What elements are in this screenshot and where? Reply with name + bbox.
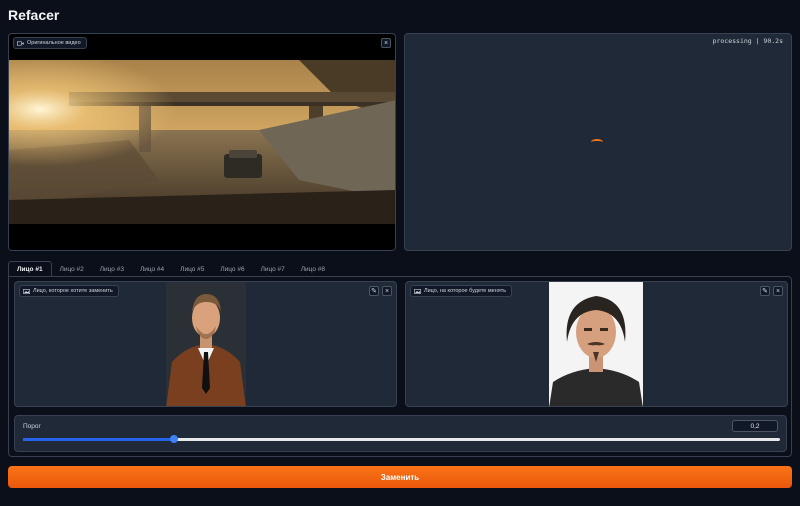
target-face-photo: [549, 282, 643, 406]
tab-face-5[interactable]: Лицо #5: [172, 261, 212, 277]
close-icon: ×: [775, 287, 781, 295]
tab-face-2[interactable]: Лицо #2: [52, 261, 92, 277]
replace-button[interactable]: Заменить: [8, 466, 792, 488]
tab-face-6[interactable]: Лицо #6: [212, 261, 252, 277]
original-video-label: Оригинальное видео: [27, 40, 81, 46]
target-face-label-chip: Лицо, на которое будете менять: [410, 285, 513, 297]
tab-face-4[interactable]: Лицо #4: [132, 261, 172, 277]
video-frame: [9, 60, 395, 224]
tab-face-3[interactable]: Лицо #3: [92, 261, 132, 277]
threshold-label: Порог: [23, 423, 41, 430]
threshold-panel: Порог 0,2: [14, 415, 787, 452]
video-letterbox: [9, 224, 395, 250]
app-title: Refacer: [8, 7, 60, 23]
source-face-photo: [166, 282, 246, 406]
target-face-label: Лицо, на которое будете менять: [424, 288, 507, 294]
clear-video-button[interactable]: ×: [381, 38, 391, 48]
edit-source-button[interactable]: ✎: [369, 286, 379, 296]
edit-target-button[interactable]: ✎: [760, 286, 770, 296]
target-face-panel[interactable]: Лицо, на которое будете менять ✎ ×: [405, 281, 788, 407]
pencil-icon: ✎: [371, 287, 377, 295]
original-video-label-chip: Оригинальное видео: [13, 37, 87, 49]
pencil-icon: ✎: [762, 287, 768, 295]
loading-spinner-icon: [591, 139, 603, 145]
target-face-image: [549, 282, 643, 406]
close-icon: ×: [384, 287, 390, 295]
tab-face-8[interactable]: Лицо #8: [293, 261, 333, 277]
output-video-panel: processing | 90.2s: [404, 33, 792, 251]
face-tab-content: Лицо, которое хотите заменить ✎ × Лицо, …: [8, 276, 792, 457]
image-icon: [414, 288, 421, 294]
clear-target-button[interactable]: ×: [773, 286, 783, 296]
close-icon: ×: [383, 39, 389, 47]
face-tabs: Лицо #1 Лицо #2 Лицо #3 Лицо #4 Лицо #5 …: [8, 261, 333, 277]
source-face-label: Лицо, которое хотите заменить: [33, 288, 113, 294]
video-camera-icon: [17, 41, 24, 46]
clear-source-button[interactable]: ×: [382, 286, 392, 296]
threshold-value-input[interactable]: 0,2: [732, 420, 778, 432]
source-face-panel[interactable]: Лицо, которое хотите заменить ✎ ×: [14, 281, 397, 407]
threshold-slider-fill: [23, 438, 175, 441]
video-frame-image: [9, 60, 395, 224]
tab-face-1[interactable]: Лицо #1: [8, 261, 52, 277]
threshold-slider-thumb[interactable]: [170, 435, 179, 443]
threshold-slider[interactable]: [23, 438, 780, 441]
image-icon: [23, 288, 30, 294]
processing-status: processing | 90.2s: [712, 37, 783, 45]
source-face-image: [166, 282, 246, 406]
original-video-panel[interactable]: Оригинальное видео ×: [8, 33, 396, 251]
source-face-label-chip: Лицо, которое хотите заменить: [19, 285, 119, 297]
tab-face-7[interactable]: Лицо #7: [253, 261, 293, 277]
